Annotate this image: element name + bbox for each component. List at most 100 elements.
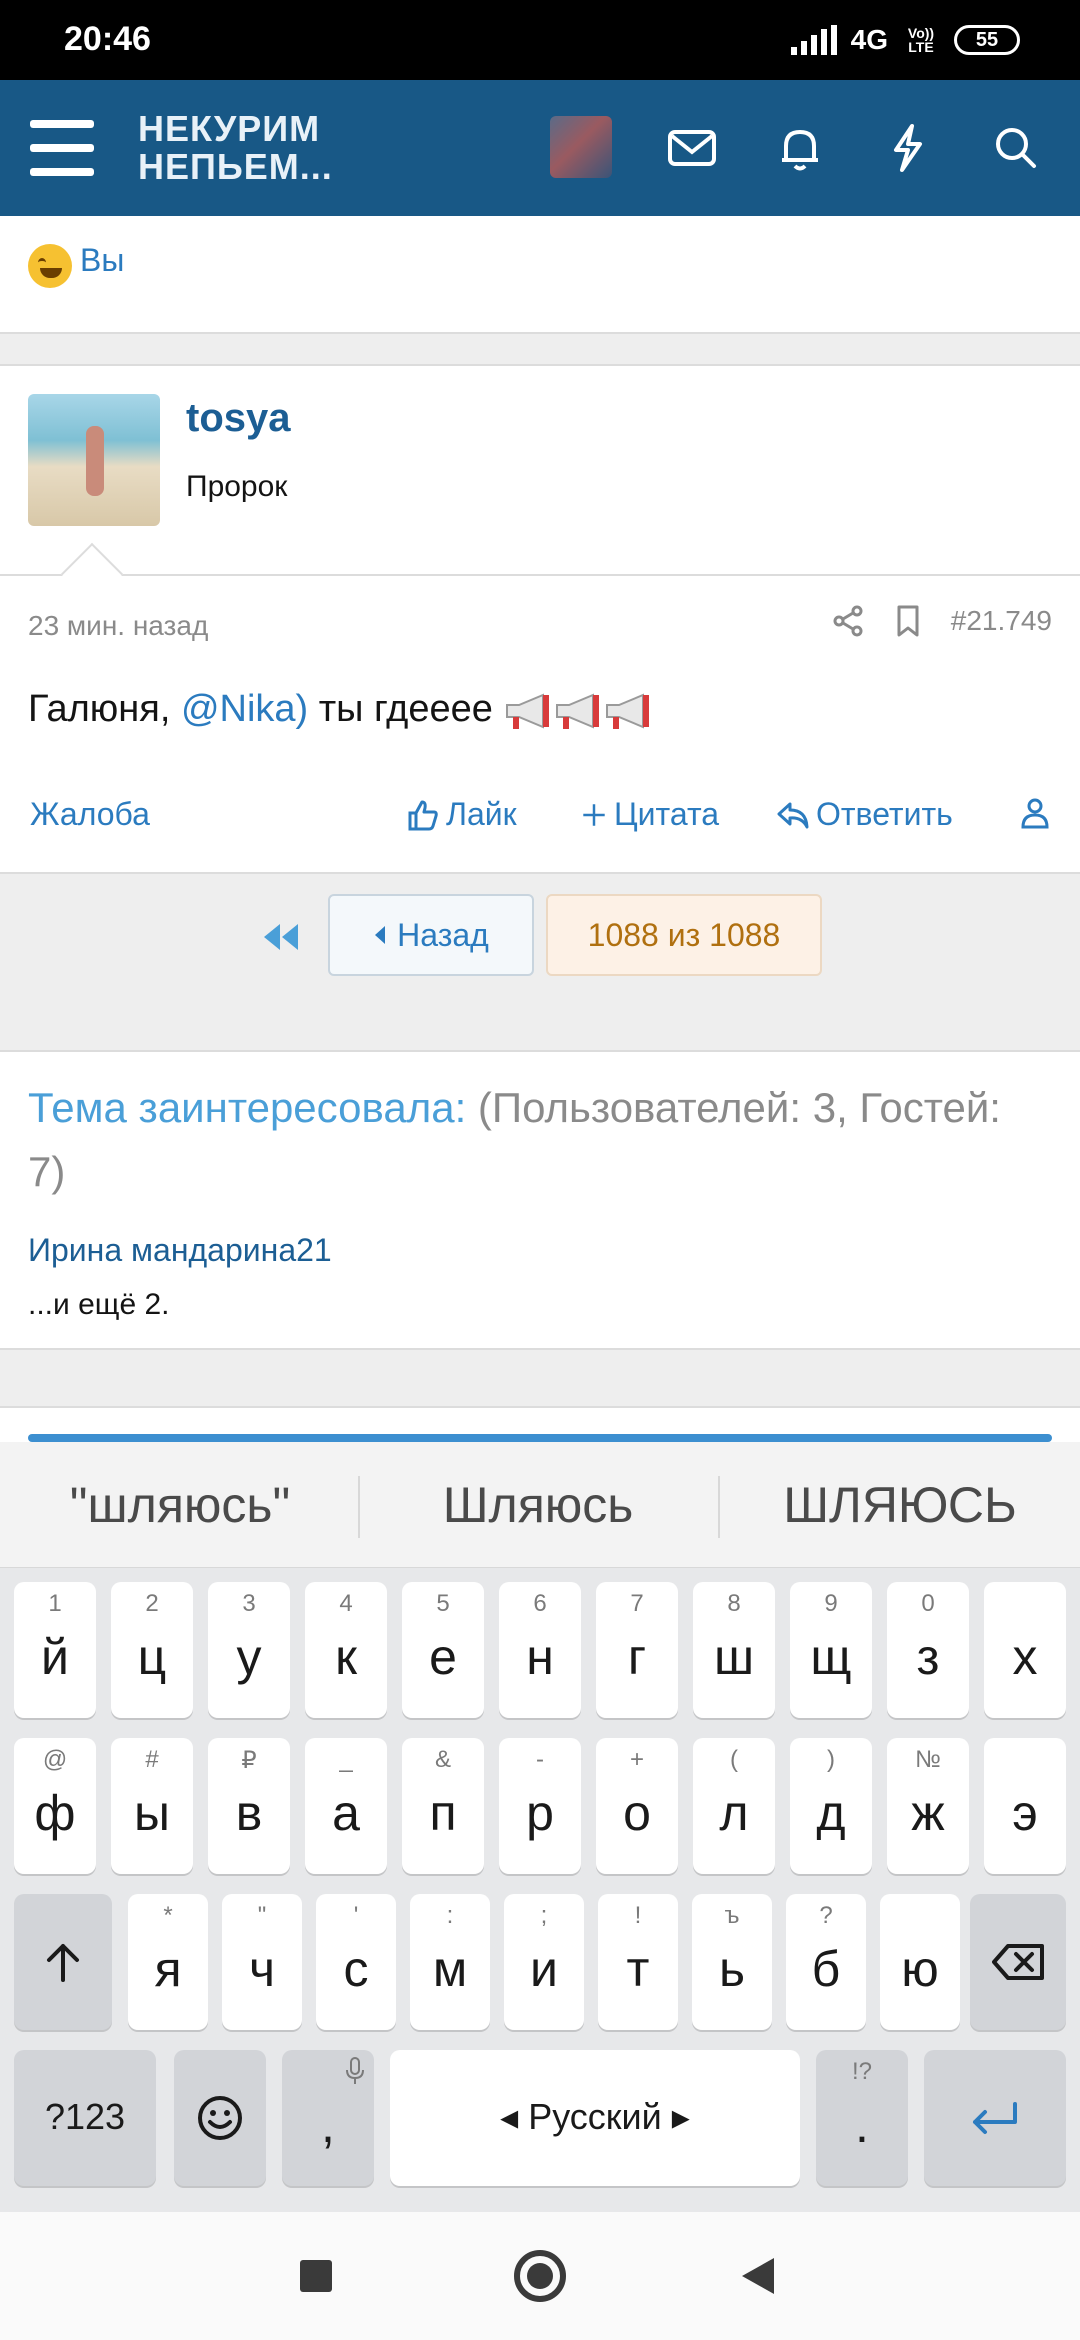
previous-page-label: Назад (397, 916, 489, 953)
key[interactable]: э (984, 1738, 1066, 1874)
author-title: Пророк (186, 470, 288, 503)
key[interactable]: @ ф (14, 1738, 96, 1874)
key[interactable]: " ч (222, 1894, 302, 2030)
author-name[interactable]: tosya (186, 396, 291, 441)
key[interactable]: 9щ (790, 1582, 872, 1718)
report-button[interactable]: Жалоба (30, 796, 150, 833)
key[interactable]: ! т (598, 1894, 678, 2030)
key-char: ц (137, 1629, 167, 1685)
page-selector[interactable]: 1088 из 1088 (546, 894, 822, 976)
key[interactable]: 3у (208, 1582, 290, 1718)
viewer-user-link[interactable]: Ирина мандарина21 (28, 1232, 332, 1269)
key[interactable]: ; и (504, 1894, 584, 2030)
key[interactable]: 6н (499, 1582, 581, 1718)
battery-icon: 55 (954, 25, 1020, 55)
key-hint: + (629, 1746, 644, 1773)
key[interactable]: (л (693, 1738, 775, 1874)
key[interactable]: -р (499, 1738, 581, 1874)
reply-label: Ответить (816, 796, 953, 832)
key[interactable]: # ы (111, 1738, 193, 1874)
lightning-icon[interactable] (880, 122, 936, 174)
key[interactable]: 8ш (693, 1582, 775, 1718)
key[interactable]: ю (880, 1894, 960, 2030)
key[interactable]: 4к (305, 1582, 387, 1718)
site-logo[interactable]: НЕКУРИМ НЕПЬЕМ... (138, 110, 333, 186)
home-icon[interactable] (514, 2250, 566, 2302)
key-hint: ъ (724, 1902, 740, 1929)
suggestion-2[interactable]: Шляюсь (378, 1472, 698, 1538)
microphone-icon (346, 2057, 364, 2084)
backspace-key[interactable] (970, 1894, 1066, 2030)
like-button[interactable]: Лайк (406, 796, 517, 833)
keyboard: "шляюсь" Шляюсь ШЛЯЮСЬ 1й 2ц 3у 4к 5е 6н… (0, 1442, 1080, 2212)
key-hint: 4 (339, 1590, 353, 1617)
key[interactable]: 5е (402, 1582, 484, 1718)
key-hint: ' (353, 1902, 359, 1929)
author-avatar[interactable] (28, 394, 160, 526)
key[interactable]: ₽ в (208, 1738, 290, 1874)
inbox-icon[interactable] (664, 122, 720, 174)
user-button[interactable] (1018, 796, 1052, 830)
shift-key[interactable] (14, 1894, 112, 2030)
key[interactable]: :м (410, 1894, 490, 2030)
user-icon (1021, 798, 1049, 829)
key[interactable]: х (984, 1582, 1066, 1718)
key[interactable]: 7г (596, 1582, 678, 1718)
share-icon[interactable] (831, 604, 865, 638)
key[interactable]: & п (402, 1738, 484, 1874)
key-char: е (429, 1629, 457, 1685)
key-hint: ₽ (241, 1747, 257, 1774)
logo-line-2: НЕПЬЕМ... (138, 146, 333, 187)
bell-icon[interactable] (772, 122, 828, 174)
search-icon[interactable] (988, 122, 1044, 174)
space-key[interactable]: ◂ Русский ▸ (390, 2050, 800, 2186)
post-number[interactable]: #21.749 (951, 605, 1052, 637)
key[interactable]: _ а (305, 1738, 387, 1874)
key-hint: 6 (533, 1590, 547, 1617)
key-char: ф (34, 1785, 76, 1841)
suggestion-3[interactable]: ШЛЯЮСЬ (740, 1472, 1060, 1538)
key[interactable]: ' с (316, 1894, 396, 2030)
period-key[interactable]: !?. (816, 2050, 908, 2186)
mention-link[interactable]: @Nika) (181, 688, 308, 730)
key[interactable]: 1й (14, 1582, 96, 1718)
emoji-key[interactable] (174, 2050, 266, 2186)
key-char: с (343, 1941, 369, 1997)
key-hint: ! (634, 1902, 642, 1929)
key[interactable]: ? б (786, 1894, 866, 2030)
recents-icon[interactable] (300, 2260, 332, 2292)
comma-key[interactable]: , (282, 2050, 374, 2186)
menu-icon[interactable] (30, 120, 94, 176)
post-time[interactable]: 23 мин. назад (28, 610, 208, 642)
reactions-bar[interactable]: Вы (0, 216, 1080, 334)
suggestion-1[interactable]: "шляюсь" (20, 1472, 340, 1538)
symbols-key[interactable]: ?123 (14, 2050, 156, 2186)
key-hint: ) (827, 1746, 835, 1773)
key[interactable]: ) д (790, 1738, 872, 1874)
divider (0, 334, 1080, 364)
bookmark-icon[interactable] (891, 604, 925, 638)
first-page-button[interactable] (256, 908, 308, 966)
viewers-more: ...и ещё 2. (28, 1288, 170, 1321)
previous-page-button[interactable]: Назад (328, 894, 534, 976)
megaphone-icon (556, 693, 600, 729)
enter-key[interactable] (924, 2050, 1066, 2186)
post-text-start: Галюня, (28, 688, 181, 730)
key[interactable]: + о (596, 1738, 678, 1874)
key[interactable]: № ж (887, 1738, 969, 1874)
key[interactable]: * я (128, 1894, 208, 2030)
account-avatar[interactable] (550, 116, 612, 178)
viewers-title: Тема заинтересовала: (Пользователей: 3, … (28, 1076, 1028, 1204)
comma-char: , (321, 2097, 335, 2153)
reply-button[interactable]: Ответить (776, 796, 953, 833)
key-char: ы (134, 1785, 170, 1841)
reactions-label[interactable]: Вы (80, 242, 124, 279)
key[interactable]: 2ц (111, 1582, 193, 1718)
key[interactable]: ъь (692, 1894, 772, 2030)
volte-icon: Vo)) LTE (907, 25, 935, 55)
key[interactable]: 0з (887, 1582, 969, 1718)
quote-button[interactable]: Цитата (580, 796, 719, 833)
back-icon[interactable] (742, 2258, 774, 2294)
key-char: ш (713, 1629, 755, 1685)
space-language: Русский (528, 2096, 662, 2137)
